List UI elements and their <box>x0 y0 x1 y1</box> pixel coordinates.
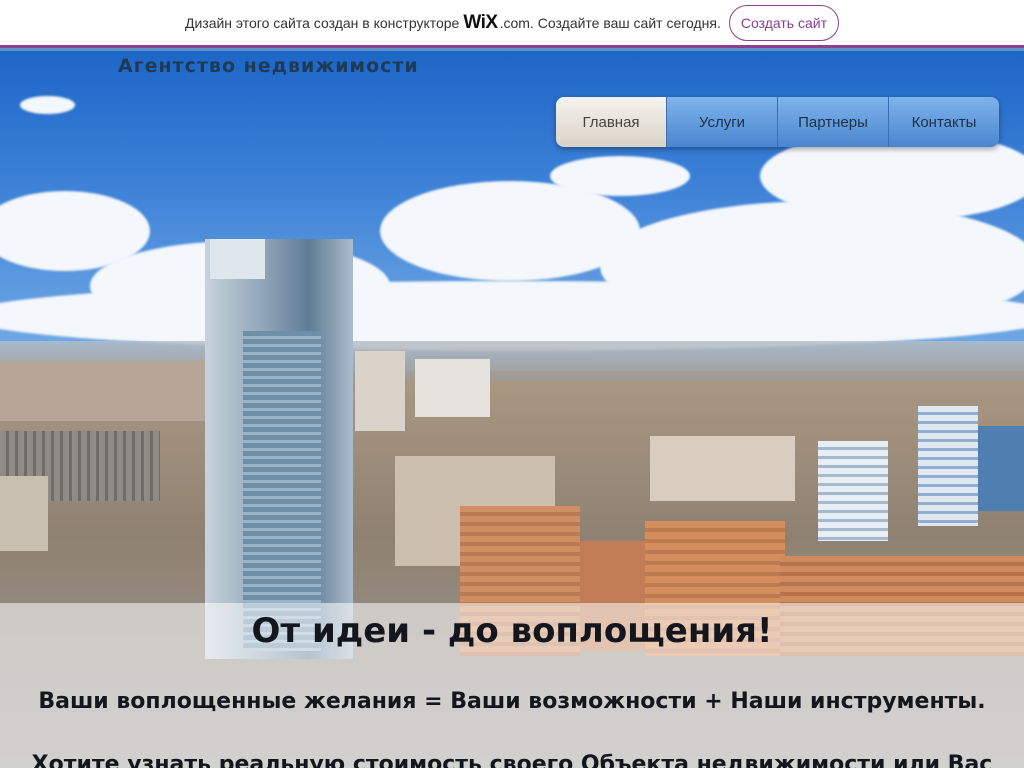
wix-logo-suffix: .com. <box>499 14 534 31</box>
site-title[interactable]: Агентство недвижимости <box>118 55 419 77</box>
cloud <box>20 96 75 114</box>
hero-subline: Ваши воплощенные желания = Ваши возможно… <box>38 689 986 714</box>
hero-headline: От идеи - до воплощения! <box>251 611 773 651</box>
wix-promo-text-before: Дизайн этого сайта создан в конструкторе <box>184 14 460 31</box>
wix-logo[interactable]: WiX <box>463 12 498 34</box>
building <box>0 476 48 551</box>
building <box>650 436 795 501</box>
hero-question: Хотите узнать реальную стоимость своего … <box>31 752 993 768</box>
skyscraper-top <box>210 239 265 279</box>
nav-item-home[interactable]: Главная <box>556 97 666 147</box>
building <box>0 361 205 421</box>
create-site-button[interactable]: Создать сайт <box>728 4 840 41</box>
building <box>918 406 978 526</box>
wix-promo-banner: Дизайн этого сайта создан в конструкторе… <box>0 0 1024 48</box>
building <box>978 426 1024 511</box>
cloud <box>550 156 690 196</box>
building <box>415 359 490 417</box>
building <box>355 351 405 431</box>
nav-item-services[interactable]: Услуги <box>666 97 777 147</box>
nav-item-contacts[interactable]: Контакты <box>888 97 999 147</box>
main-nav: Главная Услуги Партнеры Контакты <box>556 97 999 147</box>
wix-promo-text-after: Создайте ваш сайт сегодня. <box>537 14 721 31</box>
nav-item-partners[interactable]: Партнеры <box>777 97 888 147</box>
wix-promo-text: Дизайн этого сайта создан в конструкторе… <box>185 12 721 34</box>
building <box>818 441 888 541</box>
